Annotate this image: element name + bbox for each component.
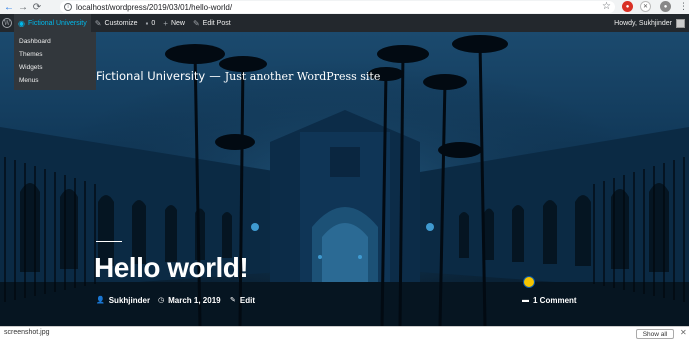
user-icon: 👤 — [96, 297, 105, 304]
new-label: New — [170, 19, 185, 27]
plus-icon: + — [163, 18, 168, 28]
customize-link[interactable]: ✎ Customize — [91, 14, 142, 32]
post-date[interactable]: ◷ March 1, 2019 — [158, 295, 221, 305]
profile-avatar-icon[interactable]: ● — [660, 1, 671, 12]
author-name: Sukhjinder — [108, 295, 151, 305]
site-branding: Fictional University — Just another WordPr… — [96, 69, 380, 83]
extension-icon[interactable]: ✕ — [640, 1, 651, 12]
download-item[interactable]: screenshot.jpg — [4, 329, 50, 336]
site-name-dropdown: Dashboard Themes Widgets Menus — [14, 32, 96, 90]
new-content-menu[interactable]: + New — [159, 14, 189, 32]
post-edit-link[interactable]: ✎ Edit — [230, 295, 255, 305]
edit-label: Edit — [239, 295, 255, 305]
url-text: localhost/wordpress/2019/03/01/hello-wor… — [76, 2, 233, 12]
wordpress-logo-icon: W — [2, 18, 12, 28]
title-divider — [96, 241, 122, 242]
comments-label: 1 Comment — [533, 295, 577, 305]
post-author[interactable]: 👤 Sukhjinder — [96, 295, 150, 305]
dropdown-item-menus[interactable]: Menus — [14, 74, 96, 87]
comment-bubble-icon: ▬ — [522, 296, 529, 304]
wp-admin-bar: W ◉ Fictional University ✎ Customize ▪ 0… — [0, 14, 689, 32]
pencil-icon: ✎ — [230, 297, 236, 304]
howdy-label: Howdy, Sukhjinder — [614, 19, 672, 27]
paintbrush-icon: ✎ — [94, 18, 102, 28]
post-comments-link[interactable]: ▬ 1 Comment — [522, 295, 577, 305]
comment-bubble-icon: ▪ — [145, 18, 149, 28]
pencil-icon: ✎ — [192, 18, 200, 28]
dashboard-icon: ◉ — [18, 18, 25, 28]
browser-menu-icon[interactable]: ⋮ — [679, 1, 688, 12]
dropdown-item-dashboard[interactable]: Dashboard — [14, 35, 96, 48]
info-icon[interactable]: i — [64, 3, 72, 11]
wp-logo-menu[interactable]: W — [0, 14, 14, 32]
clock-icon: ◷ — [158, 297, 165, 304]
site-name-menu[interactable]: ◉ Fictional University — [14, 14, 91, 32]
back-arrow-icon[interactable]: ← — [2, 0, 16, 14]
site-title-link[interactable]: Fictional University — [96, 69, 205, 83]
hero-header: Fictional University — Just another WordPr… — [0, 32, 689, 326]
edit-post-link[interactable]: ✎ Edit Post — [189, 14, 235, 32]
edit-post-label: Edit Post — [202, 19, 231, 27]
avatar — [676, 18, 685, 28]
title-separator: — — [209, 69, 221, 83]
comments-link[interactable]: ▪ 0 — [142, 14, 160, 32]
show-all-button[interactable]: Show all — [636, 329, 674, 339]
address-bar[interactable]: i localhost/wordpress/2019/03/01/hello-w… — [60, 1, 615, 13]
my-account-menu[interactable]: Howdy, Sukhjinder — [614, 14, 685, 32]
extension-icon[interactable]: ● — [622, 1, 633, 12]
site-name-label: Fictional University — [27, 19, 87, 27]
site-tagline: Just another WordPress site — [224, 70, 381, 83]
comments-count: 0 — [151, 19, 156, 27]
downloads-bar: screenshot.jpg Show all ✕ — [0, 326, 689, 340]
forward-arrow-icon[interactable]: → — [16, 0, 30, 14]
dropdown-item-themes[interactable]: Themes — [14, 48, 96, 61]
bookmark-star-icon[interactable]: ☆ — [602, 1, 611, 12]
reload-icon[interactable]: ⟳ — [30, 0, 44, 14]
browser-toolbar: ← → ⟳ i localhost/wordpress/2019/03/01/h… — [0, 0, 689, 14]
customize-label: Customize — [104, 19, 138, 27]
cursor-indicator-icon — [523, 276, 535, 288]
dropdown-item-widgets[interactable]: Widgets — [14, 61, 96, 74]
post-title: Hello world! — [94, 252, 249, 283]
close-icon[interactable]: ✕ — [680, 328, 687, 337]
date-text: March 1, 2019 — [168, 295, 221, 305]
